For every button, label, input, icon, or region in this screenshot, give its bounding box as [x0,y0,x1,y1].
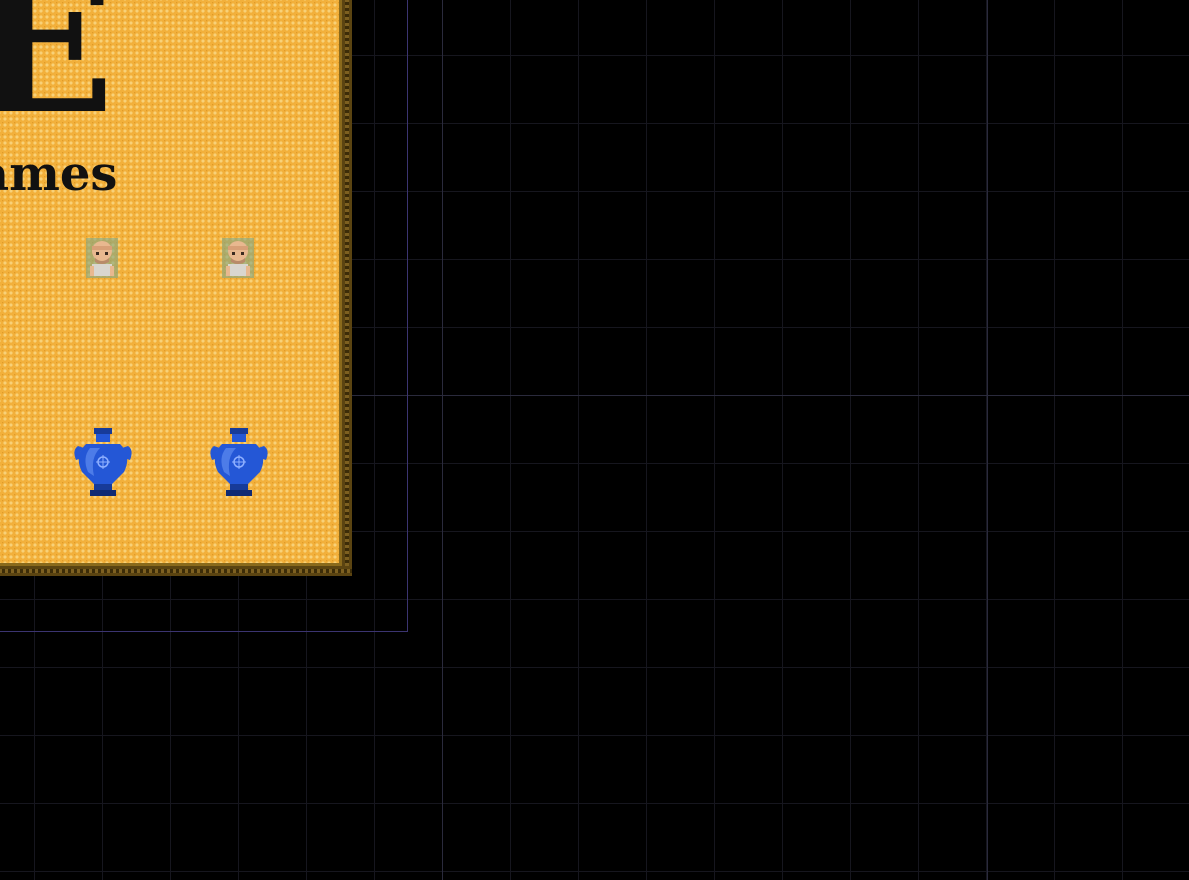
title-subtitle: ames [0,146,118,202]
title-board[interactable]: E ames [0,0,352,576]
blue-amphora-icon[interactable] [68,428,138,498]
board-edge-right [345,0,349,566]
board-edge-bottom [0,569,352,573]
title-letter: E [0,0,115,156]
bald-man-portrait-icon[interactable] [86,238,118,278]
grid-major-line [442,0,443,880]
blue-amphora-icon[interactable] [204,428,274,498]
grid-major-line [987,0,988,880]
bald-man-portrait-icon[interactable] [222,238,254,278]
